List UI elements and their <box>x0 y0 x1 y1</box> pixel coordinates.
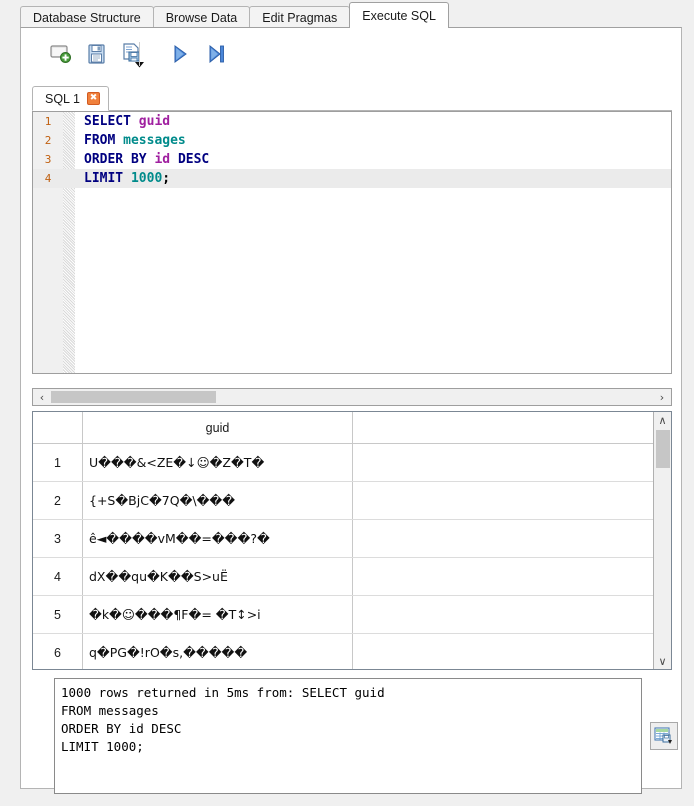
grid-row-filler <box>353 444 654 481</box>
results-scrollbar-thumb[interactable] <box>656 430 670 468</box>
open-file-icon <box>86 43 108 65</box>
main-tab-label: Execute SQL <box>362 8 436 23</box>
play-to-end-icon <box>208 45 226 63</box>
code-token: messages <box>123 133 186 148</box>
grid-row-filler <box>353 482 654 519</box>
row-number[interactable]: 2 <box>33 482 83 519</box>
code-token: FROM <box>84 133 124 148</box>
row-number[interactable]: 4 <box>33 558 83 595</box>
sql-toolbar <box>21 28 681 78</box>
code-token: DESC <box>177 152 210 167</box>
tab-execute-sql[interactable]: Execute SQL <box>349 2 449 28</box>
editor-scrollbar-thumb[interactable] <box>51 391 216 403</box>
code-token: SELECT <box>84 114 139 129</box>
main-tab-label: Edit Pragmas <box>262 10 338 25</box>
code-token: id <box>154 152 171 167</box>
code-line-text: FROM messages <box>75 131 186 150</box>
table-row[interactable]: 2 {+S�BjC�7Q�\��� <box>33 482 654 520</box>
save-sql-file-button[interactable] <box>119 40 147 68</box>
code-token: 1000 <box>130 171 163 186</box>
new-tab-icon <box>50 44 72 64</box>
open-sql-file-button[interactable] <box>83 40 111 68</box>
row-number[interactable]: 1 <box>33 444 83 481</box>
table-row[interactable]: 1 U���&<ZE�↓☺�Z�T� <box>33 444 654 482</box>
grid-row-filler <box>353 520 654 557</box>
execute-sql-panel: SQL 1 ✖ 1 SELECT guid 2 FROM messages 3 ORDER… <box>20 27 682 794</box>
grid-row-filler <box>353 596 654 633</box>
execute-sql-screen: Database Structure Browse Data Edit Pragma… <box>0 0 694 806</box>
row-number[interactable]: 3 <box>33 520 83 557</box>
results-grid[interactable]: guid 1 U���&<ZE�↓☺�Z�T� 2 {+S�BjC�7Q�\��� 3 ê◄… <box>32 411 672 670</box>
open-new-sql-tab-button[interactable] <box>47 40 75 68</box>
sql-editor[interactable]: 1 SELECT guid 2 FROM messages 3 ORDER BY id D… <box>32 111 672 374</box>
scroll-left-arrow-icon[interactable]: ‹ <box>34 389 50 405</box>
code-line[interactable]: 3 ORDER BY id DESC <box>33 150 671 169</box>
code-line-text: LIMIT 1000; <box>75 169 170 188</box>
code-line[interactable]: 4 LIMIT 1000; <box>33 169 671 188</box>
code-line[interactable]: 1 SELECT guid <box>33 112 671 131</box>
main-tab-label: Database Structure <box>33 10 141 25</box>
code-token: ORDER BY <box>84 152 155 167</box>
line-number: 2 <box>44 134 52 147</box>
sql-tab-strip: SQL 1 ✖ <box>32 86 109 111</box>
execution-log: 1000 rows returned in 5ms from: SELECT g… <box>54 678 642 794</box>
table-row[interactable]: 4 dX��qu�K��S>uË <box>33 558 654 596</box>
play-icon <box>172 45 188 63</box>
grid-header-filler <box>353 412 654 443</box>
execute-all-button[interactable] <box>166 40 194 68</box>
results-grid-body: guid 1 U���&<ZE�↓☺�Z�T� 2 {+S�BjC�7Q�\��� 3 ê◄… <box>33 412 654 669</box>
tab-browse-data[interactable]: Browse Data <box>152 6 251 28</box>
code-token: LIMIT <box>84 171 131 186</box>
row-number[interactable]: 6 <box>33 634 83 669</box>
line-number: 3 <box>44 153 52 166</box>
line-number: 1 <box>44 115 52 128</box>
cell-guid[interactable]: ê◄����vM��=���?� <box>83 520 353 557</box>
cell-guid[interactable]: U���&<ZE�↓☺�Z�T� <box>83 444 353 481</box>
main-tab-strip: Database Structure Browse Data Edit Pragma… <box>20 2 449 28</box>
cell-guid[interactable]: q�PG�!rO�s,����� <box>83 634 353 669</box>
code-token: ; <box>162 171 171 186</box>
execute-current-line-button[interactable] <box>203 40 231 68</box>
toolbar-separator <box>139 42 140 66</box>
results-header-row: guid <box>33 412 654 444</box>
sql-tab-sql1[interactable]: SQL 1 ✖ <box>32 86 109 111</box>
cell-guid[interactable]: dX��qu�K��S>uË <box>83 558 353 595</box>
line-number: 4 <box>44 172 52 185</box>
results-vertical-scrollbar[interactable]: ∧ ∨ <box>653 412 671 669</box>
tab-database-structure[interactable]: Database Structure <box>20 6 154 28</box>
main-tab-bar: Database Structure Browse Data Edit Pragma… <box>0 0 694 28</box>
cell-guid[interactable]: �k�☺���¶F�= �T↕>i <box>83 596 353 633</box>
scroll-right-arrow-icon[interactable]: › <box>654 389 670 405</box>
cell-guid[interactable]: {+S�BjC�7Q�\��� <box>83 482 353 519</box>
save-results-view-button[interactable] <box>650 722 678 750</box>
sql-tab-label: SQL 1 <box>45 91 80 106</box>
grid-row-filler <box>353 634 654 669</box>
main-tab-label: Browse Data <box>165 10 238 25</box>
code-line-text: SELECT guid <box>75 112 170 131</box>
sql-code-area[interactable]: 1 SELECT guid 2 FROM messages 3 ORDER BY id D… <box>33 112 671 373</box>
grid-corner-cell[interactable] <box>33 412 83 443</box>
table-row[interactable]: 6 q�PG�!rO�s,����� <box>33 634 654 669</box>
save-grid-icon <box>654 726 674 746</box>
code-line-text: ORDER BY id DESC <box>75 150 209 169</box>
scroll-down-arrow-icon[interactable]: ∨ <box>654 653 671 669</box>
table-row[interactable]: 3 ê◄����vM��=���?� <box>33 520 654 558</box>
column-header-guid[interactable]: guid <box>83 412 353 443</box>
code-line[interactable]: 2 FROM messages <box>33 131 671 150</box>
editor-horizontal-scrollbar[interactable]: ‹ › <box>32 388 672 406</box>
table-row[interactable]: 5 �k�☺���¶F�= �T↕>i <box>33 596 654 634</box>
grid-row-filler <box>353 558 654 595</box>
close-icon[interactable]: ✖ <box>86 92 100 105</box>
scroll-up-arrow-icon[interactable]: ∧ <box>654 412 671 428</box>
tab-edit-pragmas[interactable]: Edit Pragmas <box>249 6 351 28</box>
code-token: guid <box>138 114 171 129</box>
row-number[interactable]: 5 <box>33 596 83 633</box>
